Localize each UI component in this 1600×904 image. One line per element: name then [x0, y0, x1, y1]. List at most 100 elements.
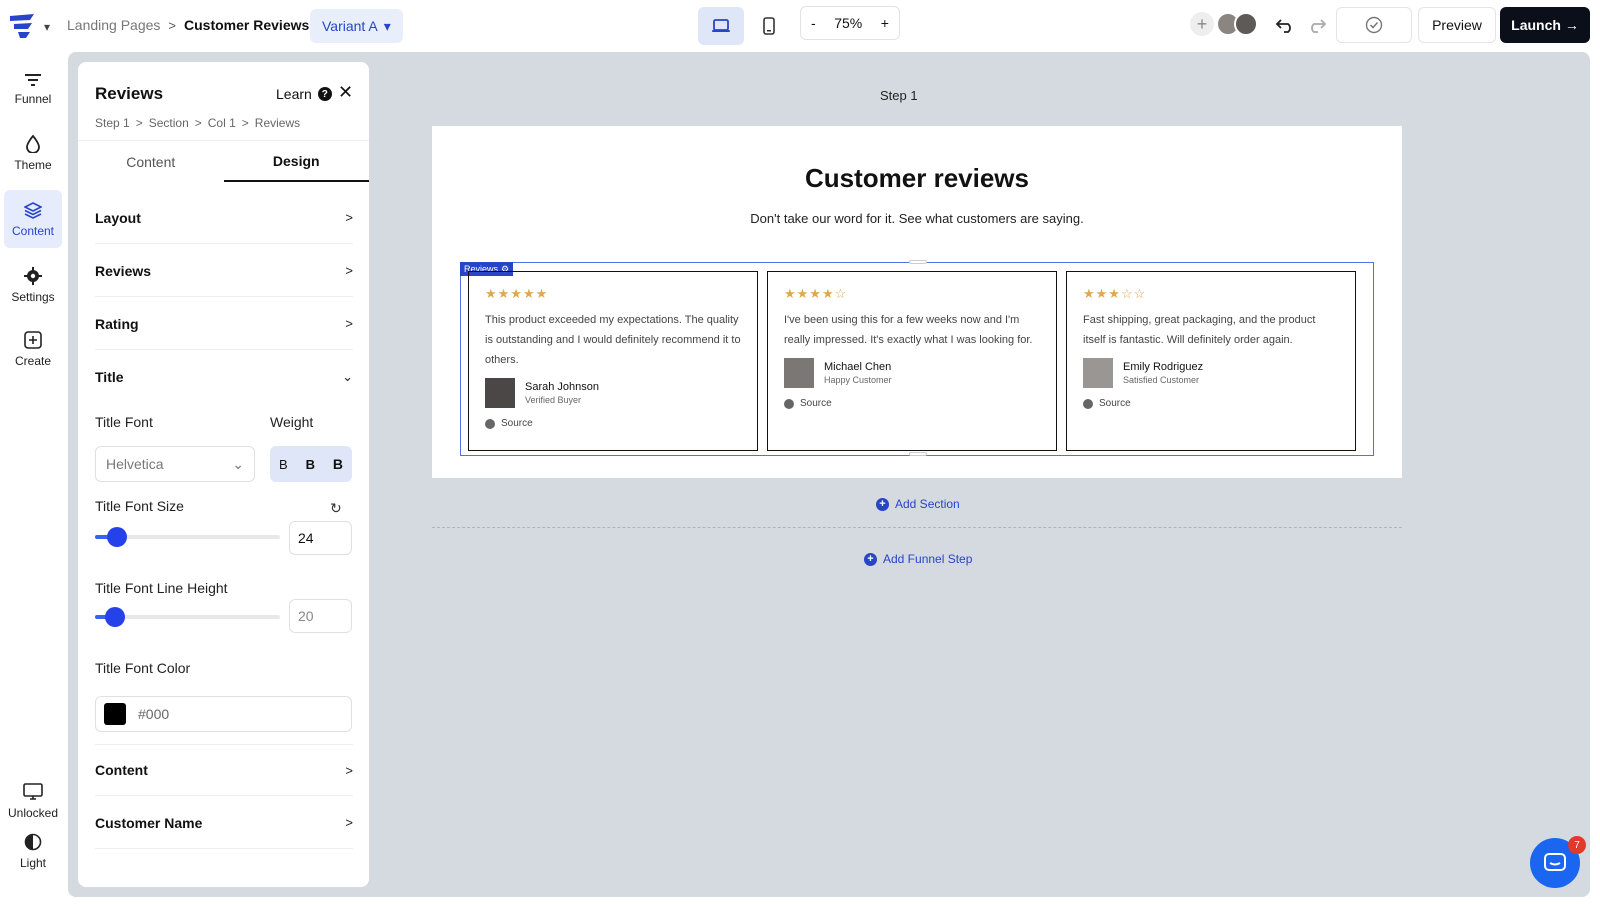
avatar	[1083, 358, 1113, 388]
add-collaborator-icon[interactable]: +	[1190, 12, 1214, 36]
resize-handle-bottom[interactable]	[909, 452, 927, 456]
title-line-height-slider[interactable]	[95, 607, 280, 627]
chevron-down-icon: ⌄	[232, 455, 244, 472]
preview-button[interactable]: Preview	[1418, 7, 1496, 43]
section-reviews[interactable]: Reviews >	[95, 245, 353, 297]
author-role: Satisfied Customer	[1123, 375, 1200, 385]
undo-button[interactable]	[1272, 12, 1298, 38]
redo-icon	[1311, 19, 1327, 33]
review-card[interactable]: ★★★☆☆ Fast shipping, great packaging, an…	[1066, 271, 1356, 451]
weight-label: Weight	[270, 414, 314, 430]
launch-button[interactable]: Launch →	[1500, 7, 1590, 43]
rail-item-funnel[interactable]: Funnel	[4, 60, 62, 118]
rail-item-settings[interactable]: Settings	[4, 256, 62, 314]
page-preview[interactable]: Customer reviews Don't take our word for…	[432, 126, 1402, 478]
rail-item-theme[interactable]: Theme	[4, 124, 62, 182]
chevron-right-icon: >	[345, 210, 353, 225]
author-role: Happy Customer	[824, 375, 892, 385]
author-role: Verified Buyer	[525, 395, 582, 405]
tab-design[interactable]: Design	[223, 141, 369, 182]
source-label: Source	[1099, 398, 1131, 409]
review-author: Michael Chen Happy Customer	[784, 358, 1040, 388]
breadcrumb: Landing Pages > Customer Reviews	[67, 17, 309, 33]
chevron-right-icon: >	[345, 815, 353, 830]
variant-selector[interactable]: Variant A ▾	[310, 9, 403, 43]
collaborators: +	[1190, 12, 1258, 36]
title-line-height-input[interactable]: 20	[289, 599, 352, 633]
review-card[interactable]: ★★★★★ This product exceeded my expectati…	[468, 271, 758, 451]
section-label: Content	[95, 762, 148, 778]
mobile-view-button[interactable]	[746, 7, 792, 45]
star-rating: ★★★☆☆	[1083, 286, 1339, 302]
save-status-button[interactable]	[1336, 7, 1412, 43]
panel-breadcrumb-section[interactable]: Section	[149, 116, 189, 130]
section-rating[interactable]: Rating >	[95, 298, 353, 350]
review-text: Fast shipping, great packaging, and the …	[1083, 314, 1316, 346]
title-line-height-label: Title Font Line Height	[95, 580, 228, 596]
variant-label: Variant A	[322, 18, 378, 34]
help-icon: ?	[317, 87, 332, 101]
layers-icon	[24, 201, 42, 219]
zoom-in-button[interactable]: +	[881, 15, 889, 31]
close-icon[interactable]: ✕	[338, 82, 353, 103]
review-author: Sarah Johnson Verified Buyer	[485, 378, 741, 408]
panel-breadcrumb-step[interactable]: Step 1	[95, 116, 130, 130]
laptop-icon	[712, 19, 730, 32]
section-title[interactable]: Title ⌄	[95, 351, 353, 403]
rail-item-light[interactable]: Light	[4, 822, 62, 880]
panel-breadcrumb-col[interactable]: Col 1	[208, 116, 236, 130]
review-text: This product exceeded my expectations. T…	[485, 314, 741, 366]
zoom-control: - 75% +	[800, 6, 900, 40]
title-font-color-input[interactable]: #000	[95, 696, 352, 732]
review-card[interactable]: ★★★★☆ I've been using this for a few wee…	[767, 271, 1057, 451]
weight-extra-bold-button[interactable]: B	[333, 456, 343, 472]
breadcrumb-landing-pages[interactable]: Landing Pages	[67, 17, 160, 33]
resize-handle-top[interactable]	[909, 260, 927, 264]
slider-thumb[interactable]	[107, 527, 127, 547]
title-font-color-label: Title Font Color	[95, 660, 191, 676]
zoom-out-button[interactable]: -	[811, 15, 816, 31]
check-circle-icon	[784, 398, 794, 409]
weight-regular-button[interactable]: B	[279, 457, 288, 472]
weight-bold-button[interactable]: B	[306, 457, 315, 472]
zoom-level: 75%	[834, 15, 863, 31]
title-font-select[interactable]: Helvetica ⌄	[95, 446, 255, 482]
avatar	[784, 358, 814, 388]
page-title[interactable]: Customer reviews	[432, 163, 1402, 194]
rail-item-create[interactable]: Create	[4, 320, 62, 378]
chevron-down-icon: ⌄	[342, 369, 353, 384]
learn-link[interactable]: Learn ?	[276, 86, 332, 102]
author-name: Michael Chen	[824, 361, 892, 373]
slider-thumb[interactable]	[105, 607, 125, 627]
section-layout[interactable]: Layout >	[95, 192, 353, 244]
reset-icon[interactable]: ↻	[330, 500, 342, 517]
panel-breadcrumb-reviews: Reviews	[254, 116, 301, 130]
panel-title: Reviews	[95, 84, 164, 103]
page-subtitle[interactable]: Don't take our word for it. See what cus…	[432, 211, 1402, 226]
plus-circle-icon: +	[876, 497, 889, 511]
redo-button[interactable]	[1304, 12, 1330, 38]
reviews-block[interactable]: Reviews ⚙ ★★★★★ This product exceeded my…	[460, 260, 1374, 456]
properties-panel: Reviews Learn ? ✕ Step 1 > Section > Col 1…	[78, 62, 369, 887]
title-font-size-label: Title Font Size	[95, 498, 184, 514]
section-content[interactable]: Content >	[95, 744, 353, 796]
color-swatch[interactable]	[104, 703, 126, 725]
section-label: Layout	[95, 209, 141, 226]
app-menu-chevron-icon[interactable]: ▾	[44, 20, 50, 34]
avatar[interactable]	[1234, 12, 1258, 36]
panel-tabs: Content Design	[78, 140, 369, 182]
add-funnel-step-button[interactable]: + Add Funnel Step	[864, 552, 972, 566]
contrast-icon	[24, 833, 42, 850]
rail-label: Unlocked	[7, 805, 59, 820]
rail-item-content[interactable]: Content	[4, 190, 62, 248]
chevron-right-icon: >	[345, 762, 353, 778]
notification-badge: 7	[1568, 836, 1586, 854]
desktop-view-button[interactable]	[698, 7, 744, 45]
section-customer-name[interactable]: Customer Name >	[95, 797, 353, 849]
title-font-size-input[interactable]: 24	[289, 521, 352, 555]
title-font-size-slider[interactable]	[95, 527, 280, 547]
add-section-button[interactable]: + Add Section	[876, 497, 960, 511]
breadcrumb-current-page: Customer Reviews	[184, 17, 310, 33]
app-logo-icon[interactable]	[8, 12, 38, 40]
tab-content[interactable]: Content	[78, 141, 224, 182]
